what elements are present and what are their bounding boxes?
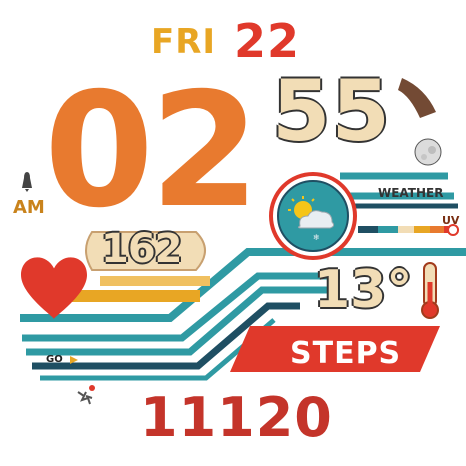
- day-of-week: FRI: [151, 22, 217, 62]
- run-icon[interactable]: [77, 385, 95, 405]
- decorative-shadow: [398, 78, 436, 118]
- weather-widget[interactable]: ❄: [269, 172, 357, 260]
- temperature-value: 13°: [314, 260, 413, 320]
- hour-digits: 02: [44, 59, 260, 243]
- go-label[interactable]: GO: [46, 354, 63, 365]
- weather-label: WEATHER: [378, 186, 444, 200]
- steps-label[interactable]: STEPS: [290, 336, 401, 371]
- heart-rate-band-light: [100, 276, 210, 286]
- uv-label: UV: [442, 214, 460, 227]
- heart-rate-value: 162: [101, 226, 182, 272]
- heart-icon[interactable]: [21, 257, 87, 319]
- svg-text:❄: ❄: [313, 233, 320, 242]
- steps-value: 11120: [140, 386, 333, 449]
- heart-rate-band: [60, 290, 200, 302]
- uv-bar: [358, 226, 456, 233]
- moon-phase-icon: [414, 138, 442, 166]
- ampm-indicator: AM: [13, 197, 45, 218]
- bell-icon: [22, 172, 32, 192]
- minute-digits: 55: [272, 62, 391, 160]
- thermometer-icon: [421, 262, 439, 319]
